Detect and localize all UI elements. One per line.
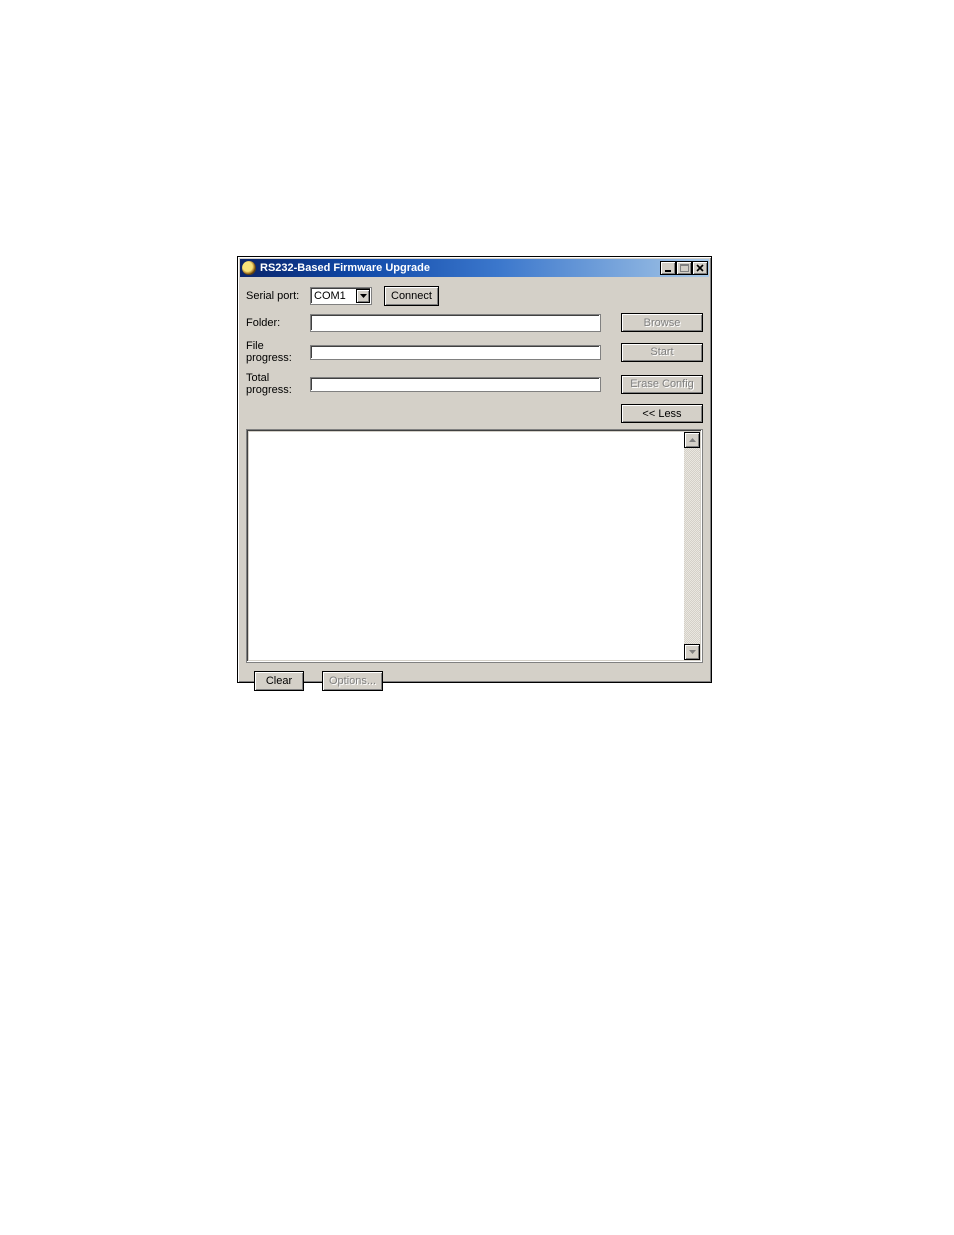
titlebar-buttons [660, 261, 708, 275]
serial-port-row: Serial port: COM1 Connect [246, 287, 703, 305]
maximize-button[interactable] [676, 261, 692, 275]
titlebar: RS232-Based Firmware Upgrade [240, 259, 709, 277]
close-button[interactable] [692, 261, 708, 275]
log-scrollbar[interactable] [684, 432, 700, 660]
client-area: Serial port: COM1 Connect Folder: Browse… [238, 279, 711, 697]
start-button[interactable]: Start [621, 343, 703, 362]
folder-field[interactable] [310, 314, 601, 332]
app-icon [242, 261, 256, 275]
serial-port-value: COM1 [314, 290, 346, 302]
less-button[interactable]: << Less [621, 404, 703, 423]
clear-button[interactable]: Clear [254, 671, 304, 691]
window-title: RS232-Based Firmware Upgrade [260, 262, 660, 274]
serial-port-label: Serial port: [246, 290, 310, 302]
options-button[interactable]: Options... [322, 671, 383, 691]
total-progress-label: Total progress: [246, 372, 310, 396]
total-progress-bar [310, 377, 601, 392]
form-grid: Folder: Browse File progress: Start Tota… [246, 313, 703, 423]
scroll-down-icon[interactable] [684, 644, 700, 660]
log-panel [246, 429, 703, 663]
log-textarea[interactable] [249, 432, 700, 660]
bottom-bar: Clear Options... [246, 671, 703, 691]
log-frame [246, 429, 703, 663]
minimize-button[interactable] [660, 261, 676, 275]
erase-config-button[interactable]: Erase Config [621, 375, 703, 394]
file-progress-bar [310, 345, 601, 360]
file-progress-label: File progress: [246, 340, 310, 364]
browse-button[interactable]: Browse [621, 313, 703, 332]
combo-arrow-icon[interactable] [356, 289, 370, 303]
scroll-up-icon[interactable] [684, 432, 700, 448]
scroll-track[interactable] [684, 448, 700, 644]
folder-label: Folder: [246, 317, 310, 329]
connect-button[interactable]: Connect [384, 286, 439, 306]
firmware-upgrade-window: RS232-Based Firmware Upgrade Serial port… [237, 256, 712, 683]
log-text [249, 432, 700, 436]
serial-port-combo[interactable]: COM1 [310, 287, 372, 305]
